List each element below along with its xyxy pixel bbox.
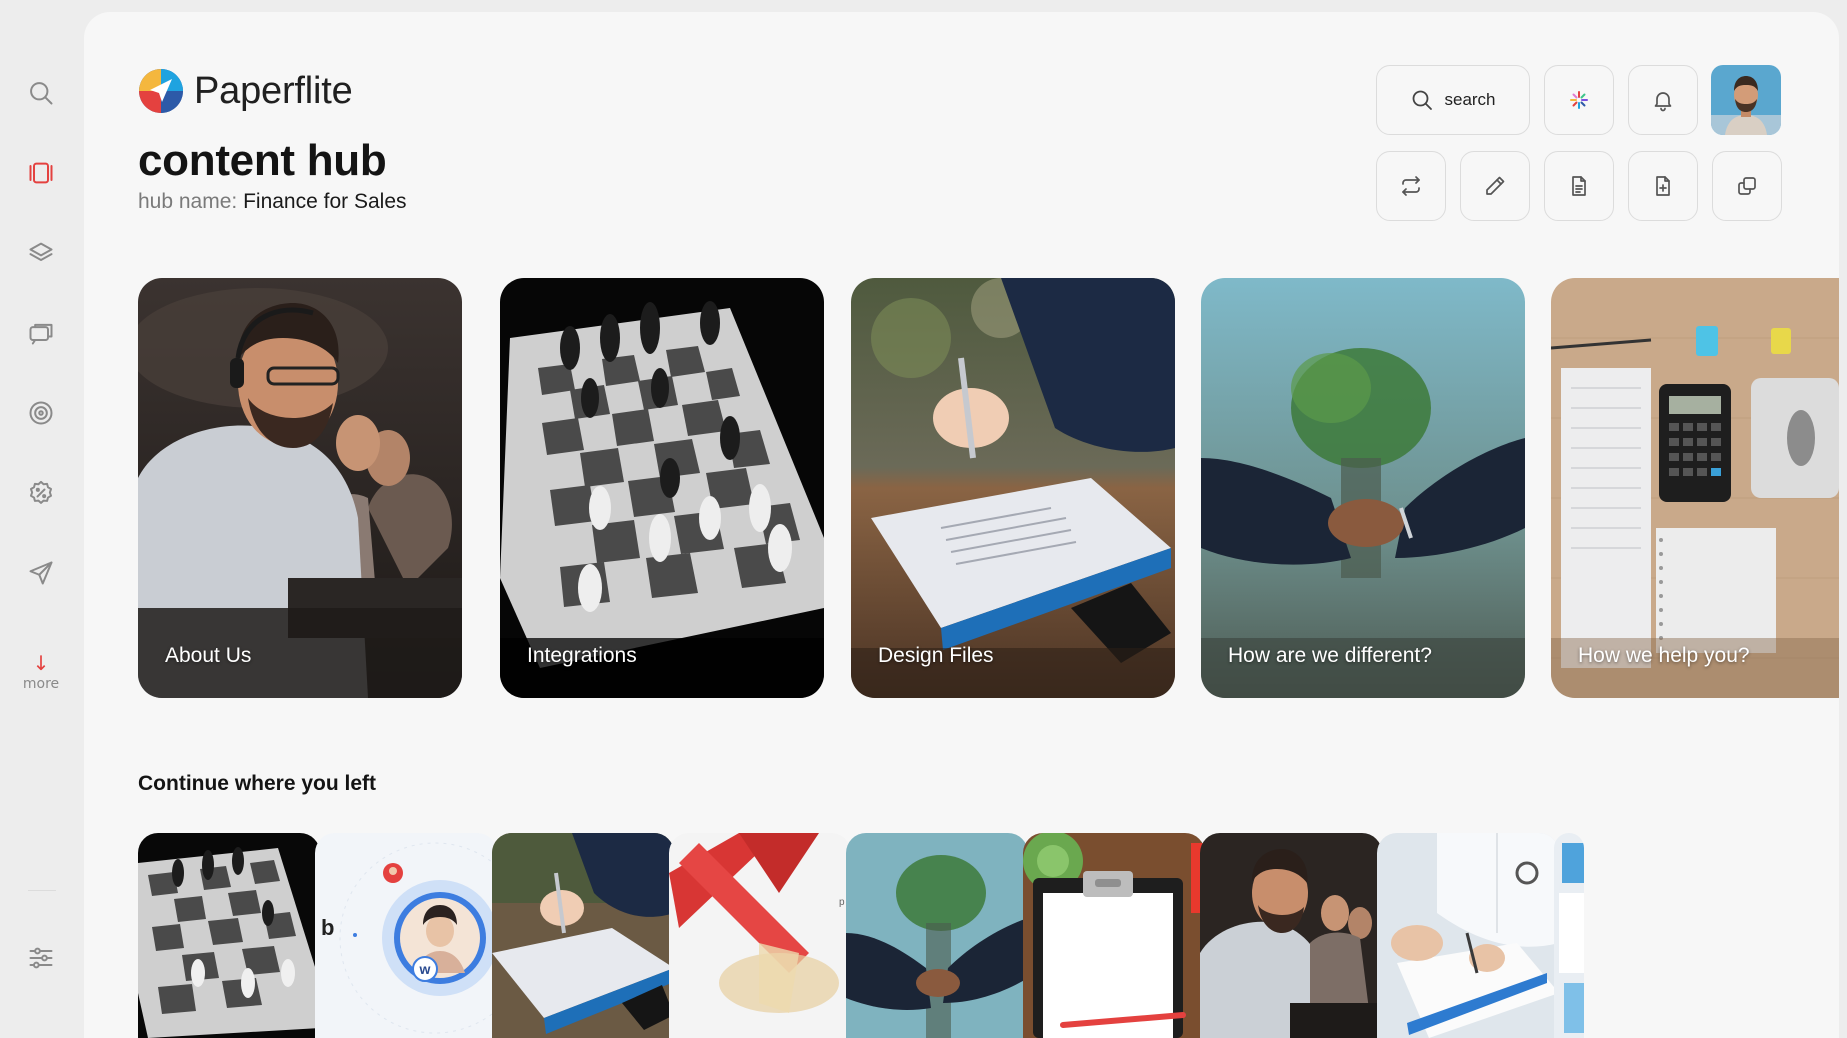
call-center-thumbnail bbox=[1200, 833, 1382, 1038]
recent-item[interactable] bbox=[1200, 833, 1382, 1038]
desk-calculator-image bbox=[1551, 278, 1839, 698]
sliders-icon bbox=[29, 947, 53, 969]
sidebar-item-send[interactable] bbox=[16, 548, 66, 598]
sidebar-item-layers[interactable] bbox=[16, 228, 66, 278]
hub-name-line: hub name: Finance for Sales bbox=[138, 190, 407, 214]
collection-card[interactable]: About Us bbox=[138, 278, 462, 698]
recent-item[interactable] bbox=[1377, 833, 1559, 1038]
copy-icon bbox=[1738, 177, 1756, 195]
collection-card[interactable]: How are we different? bbox=[1201, 278, 1525, 698]
brand-name: Paperflite bbox=[194, 69, 353, 112]
collection-card-label: Integrations bbox=[527, 644, 637, 667]
ai-assistant-button[interactable] bbox=[1544, 65, 1614, 135]
chess-thumbnail bbox=[138, 833, 320, 1038]
airplane-toy-thumbnail: p bbox=[669, 833, 851, 1038]
recent-item[interactable] bbox=[492, 833, 674, 1038]
send-icon bbox=[29, 561, 53, 585]
sync-button[interactable] bbox=[1376, 151, 1446, 221]
sidebar-more-button[interactable]: ↓ more bbox=[12, 652, 70, 702]
recent-item[interactable] bbox=[1023, 833, 1205, 1038]
file-plus-icon bbox=[1656, 176, 1670, 196]
recent-item[interactable]: w b bbox=[315, 833, 497, 1038]
call-center-image bbox=[138, 278, 462, 698]
sidebar-filters-button[interactable] bbox=[16, 933, 66, 983]
document-button[interactable] bbox=[1544, 151, 1614, 221]
document-icon bbox=[1572, 176, 1586, 196]
bell-icon bbox=[1654, 92, 1672, 112]
add-document-button[interactable] bbox=[1628, 151, 1698, 221]
sidebar-item-target[interactable] bbox=[16, 388, 66, 438]
sidebar-search-button[interactable] bbox=[16, 68, 66, 118]
collection-card-label: How are we different? bbox=[1228, 644, 1432, 667]
handshake-thumbnail bbox=[846, 833, 1028, 1038]
collection-card[interactable]: Design Files bbox=[851, 278, 1175, 698]
sidebar-item-content-hub[interactable] bbox=[16, 148, 66, 198]
notifications-button[interactable] bbox=[1628, 65, 1698, 135]
svg-text:w: w bbox=[419, 961, 431, 977]
settings-percent-icon bbox=[29, 480, 53, 504]
target-icon bbox=[29, 401, 53, 425]
search-icon bbox=[30, 82, 53, 105]
collection-card[interactable]: How we help you? bbox=[1551, 278, 1839, 698]
collection-card[interactable]: Integrations bbox=[500, 278, 824, 698]
collection-card-label: About Us bbox=[165, 644, 252, 667]
more-label: more bbox=[22, 676, 60, 692]
signing-thumbnail bbox=[492, 833, 674, 1038]
hub-name-value: Finance for Sales bbox=[243, 190, 407, 213]
chat-icon bbox=[29, 323, 53, 345]
brand-logo[interactable]: Paperflite bbox=[138, 68, 353, 114]
clipboard-thumbnail bbox=[1023, 833, 1205, 1038]
pencil-icon bbox=[1486, 176, 1505, 195]
recent-item[interactable] bbox=[846, 833, 1028, 1038]
sidebar-item-conversations[interactable] bbox=[16, 308, 66, 358]
recent-section-title: Continue where you left bbox=[138, 772, 377, 795]
repeat-icon bbox=[1402, 176, 1420, 196]
hub-name-prefix: hub name: bbox=[138, 190, 244, 213]
search-icon bbox=[1413, 90, 1433, 110]
svg-text:p: p bbox=[839, 897, 845, 908]
chess-board-image bbox=[500, 278, 824, 698]
sidebar-divider bbox=[28, 890, 56, 891]
partial-thumbnail bbox=[1554, 833, 1584, 1038]
page-title: content hub bbox=[138, 136, 387, 185]
sparkle-icon bbox=[1570, 91, 1588, 109]
arrow-down-icon: ↓ bbox=[32, 651, 50, 675]
collection-card-label: How we help you? bbox=[1578, 644, 1750, 667]
signing-document-image bbox=[851, 278, 1175, 698]
search-label: search bbox=[1444, 90, 1496, 109]
sidebar: ↓ more bbox=[0, 0, 84, 1038]
medical-form-thumbnail bbox=[1377, 833, 1559, 1038]
avatar-photo bbox=[1711, 65, 1781, 135]
user-avatar[interactable] bbox=[1711, 65, 1781, 135]
recent-item[interactable] bbox=[138, 833, 320, 1038]
collection-card-label: Design Files bbox=[878, 644, 994, 667]
main-panel: Paperflite content hub hub name: Finance… bbox=[84, 12, 1839, 1038]
svg-text:b: b bbox=[321, 915, 334, 940]
integration-graphic-thumbnail: w b bbox=[315, 833, 497, 1038]
paperflite-logo-icon bbox=[139, 69, 183, 113]
layers-icon bbox=[29, 242, 53, 261]
search-button[interactable]: search bbox=[1376, 65, 1530, 135]
edit-button[interactable] bbox=[1460, 151, 1530, 221]
duplicate-button[interactable] bbox=[1712, 151, 1782, 221]
recent-item[interactable]: p bbox=[669, 833, 851, 1038]
hub-cards-icon bbox=[29, 162, 53, 184]
sidebar-item-offers[interactable] bbox=[16, 468, 66, 518]
recent-item[interactable] bbox=[1554, 833, 1584, 1038]
handshake-image bbox=[1201, 278, 1525, 698]
